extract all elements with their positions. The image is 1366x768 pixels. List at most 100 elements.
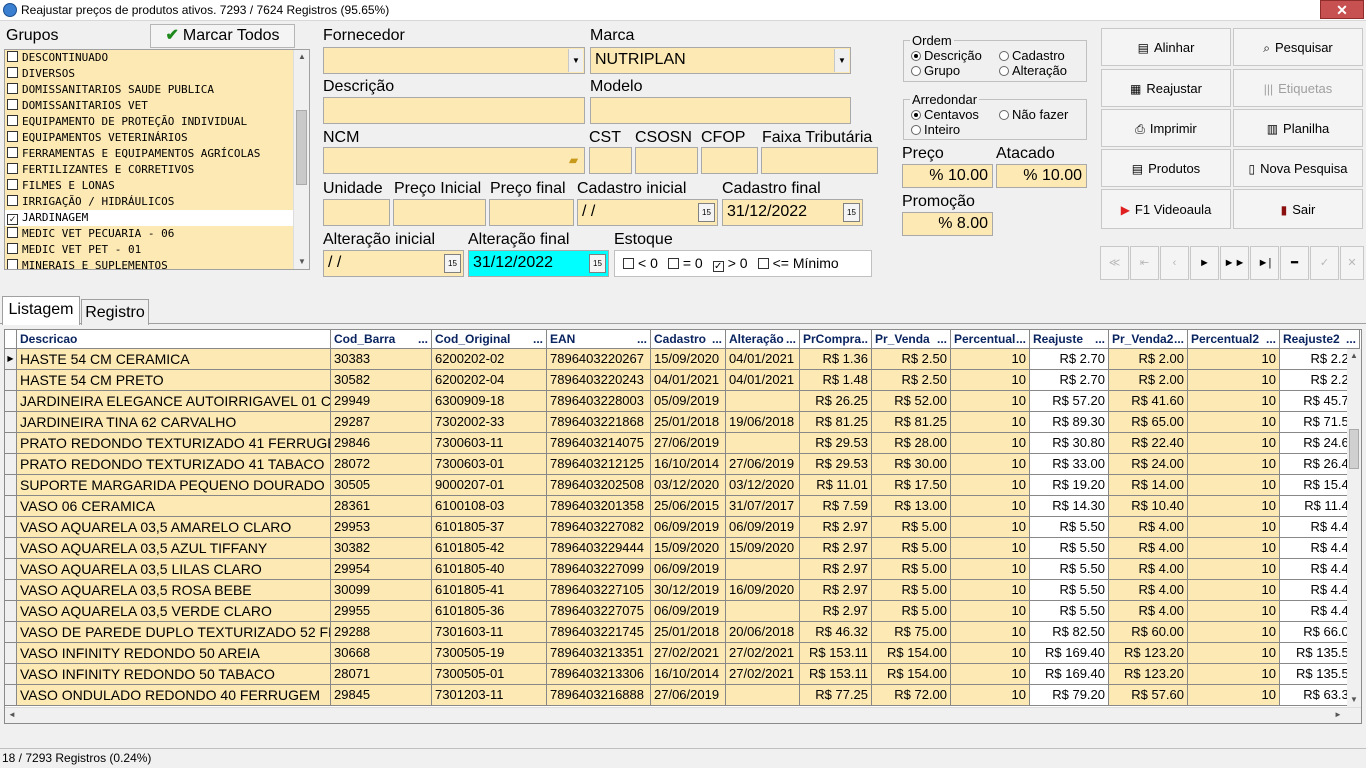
checkbox-icon[interactable] xyxy=(7,83,18,94)
table-cell[interactable]: R$ 81.25 xyxy=(872,412,951,433)
table-cell[interactable]: 27/06/2019 xyxy=(651,433,726,454)
nav-next-page-icon[interactable]: ►► xyxy=(1220,246,1249,280)
table-cell[interactable]: R$ 89.30 xyxy=(1030,412,1109,433)
marca-select[interactable]: NUTRIPLAN ▼ xyxy=(590,47,851,74)
table-cell[interactable]: R$ 5.00 xyxy=(872,517,951,538)
table-cell[interactable]: 7896403220243 xyxy=(547,370,651,391)
group-item[interactable]: FERTILIZANTES E CORRETIVOS xyxy=(5,162,294,178)
table-cell[interactable]: 7301603-11 xyxy=(432,622,547,643)
calendar-icon[interactable]: 15 xyxy=(698,203,715,222)
checkbox-icon[interactable] xyxy=(7,51,18,62)
table-cell[interactable]: VASO AQUARELA 03,5 VERDE CLARO xyxy=(17,601,331,622)
table-row[interactable]: PRATO REDONDO TEXTURIZADO 41 TABACO 28072… xyxy=(5,454,1360,475)
table-cell[interactable]: 10 xyxy=(951,643,1030,664)
grid-vertical-scrollbar[interactable]: ▲ ▼ xyxy=(1347,349,1361,707)
table-cell[interactable] xyxy=(726,433,800,454)
table-cell[interactable]: R$ 10.40 xyxy=(1109,496,1188,517)
ordem-descricao-radio[interactable]: Descrição xyxy=(911,48,982,63)
row-indicator[interactable] xyxy=(5,517,17,538)
group-item[interactable]: IRRIGAÇÃO / HIDRÁULICOS xyxy=(5,194,294,210)
table-cell[interactable]: HASTE 54 CM PRETO xyxy=(17,370,331,391)
group-item[interactable]: DESCONTINUADO xyxy=(5,50,294,66)
table-cell[interactable]: 06/09/2019 xyxy=(651,517,726,538)
column-header[interactable]: Descricao xyxy=(17,330,331,349)
table-cell[interactable]: R$ 17.50 xyxy=(872,475,951,496)
table-cell[interactable]: 10 xyxy=(951,433,1030,454)
table-cell[interactable]: 6101805-41 xyxy=(432,580,547,601)
table-row[interactable]: VASO ONDULADO REDONDO 40 FERRUGEM 29845 73… xyxy=(5,685,1360,706)
table-cell[interactable]: 10 xyxy=(951,559,1030,580)
current-row-indicator-icon[interactable]: ▶ xyxy=(5,349,17,370)
preco-final-input[interactable] xyxy=(489,199,574,226)
table-cell[interactable] xyxy=(726,685,800,706)
group-item[interactable]: ✓ JARDINAGEM xyxy=(5,210,294,226)
ncm-input[interactable]: ▰ xyxy=(323,147,585,174)
table-cell[interactable]: VASO DE PAREDE DUPLO TEXTURIZADO 52 FE xyxy=(17,622,331,643)
faixa-input[interactable] xyxy=(761,147,878,174)
table-cell[interactable]: R$ 5.00 xyxy=(872,559,951,580)
table-cell[interactable]: R$ 30.80 xyxy=(1030,433,1109,454)
ordem-cadastro-radio[interactable]: Cadastro xyxy=(999,48,1065,63)
mark-all-button[interactable]: ✔ Marcar Todos xyxy=(150,24,295,48)
table-row[interactable]: VASO AQUARELA 03,5 AZUL TIFFANY 30382 6101… xyxy=(5,538,1360,559)
nav-last-icon[interactable]: ►| xyxy=(1250,246,1279,280)
table-cell[interactable]: 29288 xyxy=(331,622,432,643)
table-cell[interactable]: 27/02/2021 xyxy=(651,643,726,664)
table-cell[interactable]: 6101805-42 xyxy=(432,538,547,559)
column-header[interactable]: Reajuste2... xyxy=(1280,330,1360,349)
table-row[interactable]: VASO 06 CERAMICA 28361 6100108-03 789640320… xyxy=(5,496,1360,517)
inteiro-radio[interactable]: Inteiro xyxy=(911,122,960,137)
modelo-input[interactable] xyxy=(590,97,851,124)
nova-pesquisa-button[interactable]: ▯ Nova Pesquisa xyxy=(1233,149,1363,187)
table-cell[interactable]: 29954 xyxy=(331,559,432,580)
table-cell[interactable]: 7896403229444 xyxy=(547,538,651,559)
table-cell[interactable]: 16/10/2014 xyxy=(651,664,726,685)
estoque-option[interactable]: < 0 xyxy=(623,255,658,271)
table-row[interactable]: PRATO REDONDO TEXTURIZADO 41 FERRUGE 2984… xyxy=(5,433,1360,454)
table-cell[interactable]: 27/06/2019 xyxy=(726,454,800,475)
table-cell[interactable]: 04/01/2021 xyxy=(651,370,726,391)
checkbox-icon[interactable] xyxy=(7,259,18,269)
table-cell[interactable]: 7896403216888 xyxy=(547,685,651,706)
table-cell[interactable]: R$ 4.00 xyxy=(1109,517,1188,538)
table-cell[interactable]: R$ 29.53 xyxy=(800,454,872,475)
table-cell[interactable]: R$ 153.11 xyxy=(800,643,872,664)
table-cell[interactable]: R$ 11.01 xyxy=(800,475,872,496)
table-cell[interactable]: 7896403212125 xyxy=(547,454,651,475)
centavos-radio[interactable]: Centavos xyxy=(911,107,979,122)
scroll-right-icon[interactable]: ► xyxy=(1331,708,1345,722)
table-cell[interactable]: VASO INFINITY REDONDO 50 AREIA xyxy=(17,643,331,664)
table-cell[interactable]: R$ 72.00 xyxy=(872,685,951,706)
row-indicator[interactable] xyxy=(5,601,17,622)
table-cell[interactable]: 6101805-36 xyxy=(432,601,547,622)
checkbox-icon[interactable] xyxy=(7,147,18,158)
sair-button[interactable]: ▮ Sair xyxy=(1233,189,1363,229)
table-cell[interactable]: R$ 5.00 xyxy=(872,601,951,622)
table-cell[interactable]: R$ 46.32 xyxy=(800,622,872,643)
column-menu-icon[interactable]: ... xyxy=(858,330,868,348)
table-cell[interactable]: R$ 5.50 xyxy=(1030,559,1109,580)
column-menu-icon[interactable]: ... xyxy=(533,330,543,348)
row-indicator[interactable] xyxy=(5,475,17,496)
column-menu-icon[interactable]: ... xyxy=(1174,330,1184,348)
table-cell[interactable]: 28361 xyxy=(331,496,432,517)
nav-next-icon[interactable]: ► xyxy=(1190,246,1219,280)
table-cell[interactable]: 7896403227082 xyxy=(547,517,651,538)
group-item[interactable]: EQUIPAMENTO DE PROTEÇÃO INDIVIDUAL xyxy=(5,114,294,130)
table-cell[interactable]: 7896403220267 xyxy=(547,349,651,370)
table-cell[interactable]: 7896403227075 xyxy=(547,601,651,622)
table-cell[interactable]: 10 xyxy=(951,370,1030,391)
dropdown-arrow-icon[interactable]: ▼ xyxy=(568,49,583,72)
table-cell[interactable]: 15/09/2020 xyxy=(651,538,726,559)
folder-icon[interactable]: ▰ xyxy=(565,151,582,170)
checkbox-icon[interactable]: ✓ xyxy=(712,261,724,272)
table-cell[interactable]: 29845 xyxy=(331,685,432,706)
table-row[interactable]: VASO AQUARELA 03,5 LILAS CLARO 29954 61018… xyxy=(5,559,1360,580)
table-cell[interactable]: 6101805-37 xyxy=(432,517,547,538)
table-cell[interactable]: 10 xyxy=(951,580,1030,601)
table-cell[interactable]: 06/09/2019 xyxy=(726,517,800,538)
table-cell[interactable]: VASO 06 CERAMICA xyxy=(17,496,331,517)
table-cell[interactable]: VASO AQUARELA 03,5 LILAS CLARO xyxy=(17,559,331,580)
group-item[interactable]: FERRAMENTAS E EQUIPAMENTOS AGRÍCOLAS xyxy=(5,146,294,162)
nav-post-icon[interactable]: ✓ xyxy=(1310,246,1339,280)
